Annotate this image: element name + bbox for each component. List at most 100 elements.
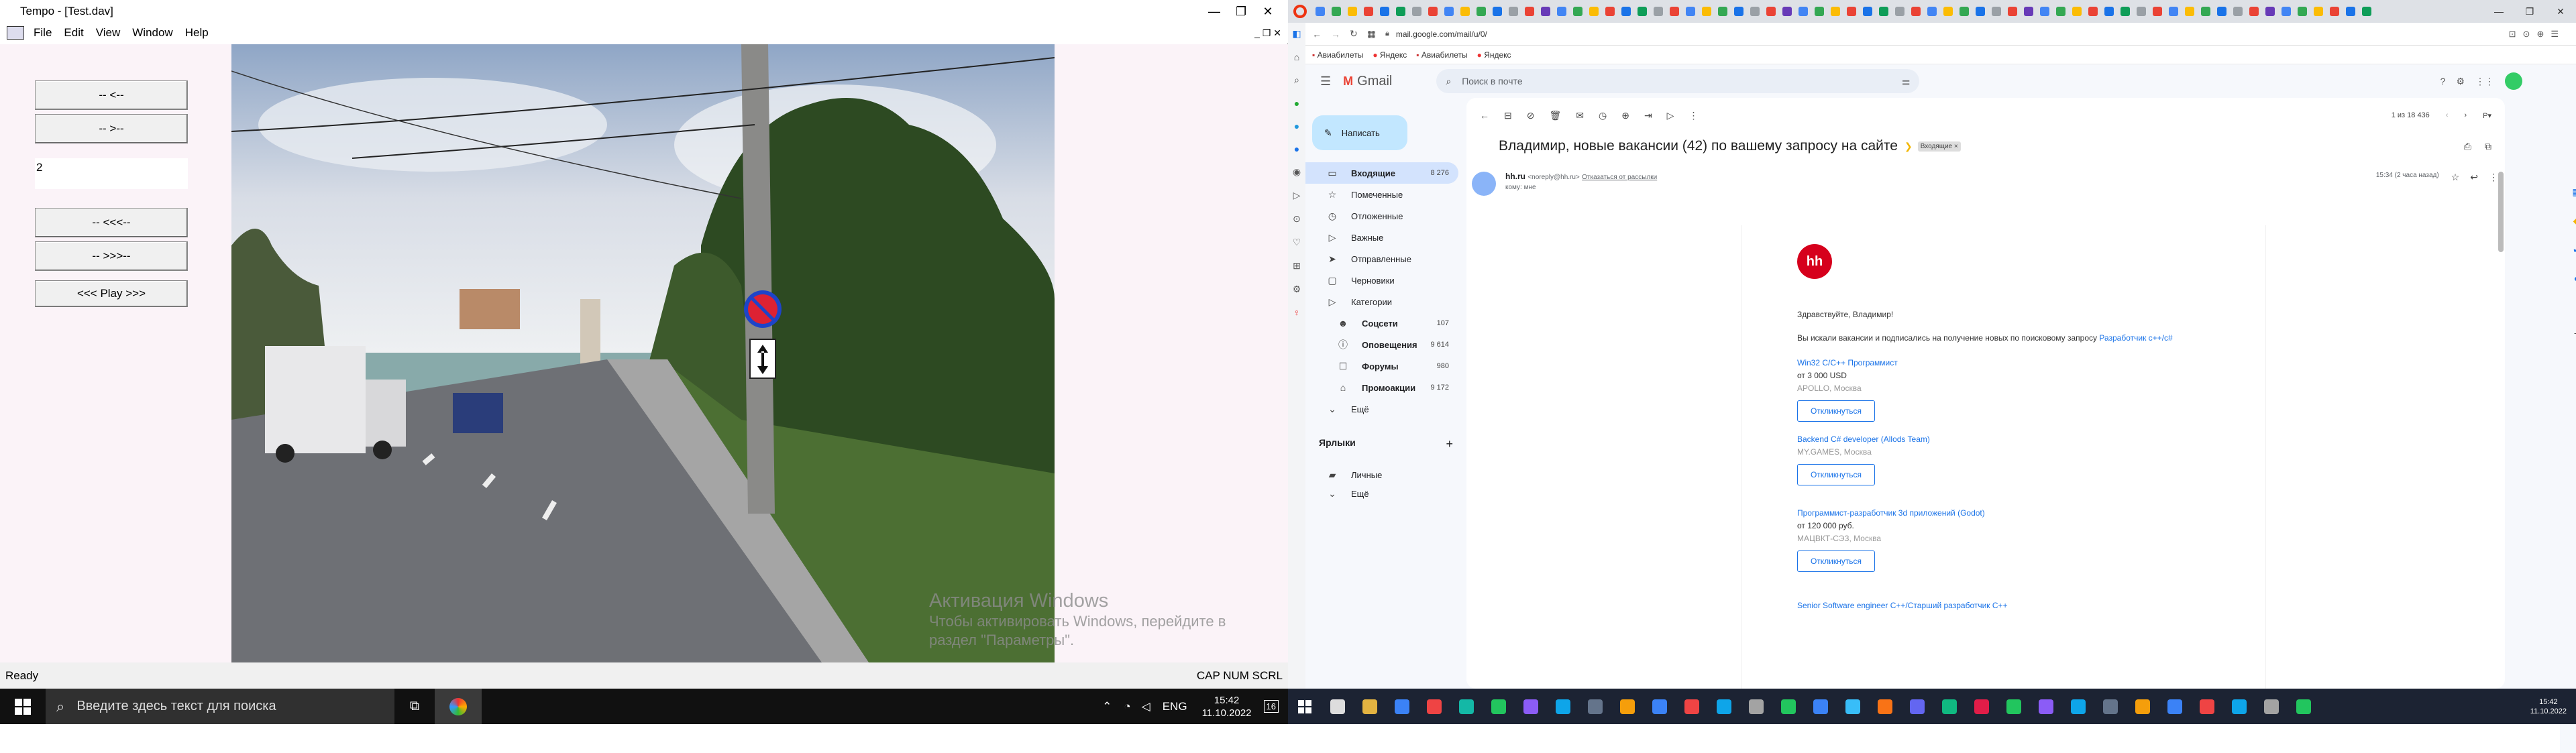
forward-icon[interactable]: → [1331, 29, 1340, 40]
taskbar-app-icon[interactable] [1652, 699, 1667, 714]
browser-tab[interactable] [1815, 7, 1824, 16]
taskbar-app-icon[interactable] [2006, 699, 2021, 714]
sidebar-item-8[interactable]: ⓘ Оповещения 9 614 [1305, 334, 1458, 355]
browser-tab[interactable] [2249, 7, 2259, 16]
prev-frame-button[interactable]: -- <-- [35, 80, 188, 110]
browser-tab[interactable] [1477, 7, 1486, 16]
browser-tab[interactable] [1943, 7, 1953, 16]
taskbar-app-icon[interactable] [435, 689, 482, 724]
inbox-chip[interactable]: Входящие × [1917, 141, 1961, 152]
scrollbar[interactable] [2498, 172, 2504, 252]
calendar-icon[interactable]: ▦ [2572, 186, 2576, 198]
url-field[interactable]: mail.google.com/mail/u/0/ [1396, 30, 1487, 39]
taskbar-app-icon[interactable] [1491, 699, 1506, 714]
taskbar-app-icon[interactable] [1684, 699, 1699, 714]
browser-tab[interactable] [2088, 7, 2098, 16]
input-tools-icon[interactable]: Р▾ [2483, 111, 2491, 120]
browser-tab[interactable] [2169, 7, 2178, 16]
back-icon[interactable]: ← [1480, 110, 1489, 121]
sidebar-item-9[interactable]: ☐ Форумы 980 [1305, 355, 1458, 377]
apply-button[interactable]: Откликнуться [1797, 464, 1875, 485]
maximize-button[interactable]: ❐ [2514, 6, 2545, 17]
rewind-button[interactable]: -- <<<-- [35, 208, 188, 237]
taskbar-app-icon[interactable] [1717, 699, 1731, 714]
job-title[interactable]: Win32 C/C++ Программист [1797, 357, 2200, 369]
browser-tab[interactable] [2201, 7, 2210, 16]
menu-edit[interactable]: Edit [64, 26, 83, 40]
browser-tab[interactable] [1444, 7, 1454, 16]
browser-tab[interactable] [1605, 7, 1615, 16]
browser-tab[interactable] [1686, 7, 1695, 16]
more-icon[interactable]: ⋮ [2489, 172, 2498, 196]
sidebar-item-3[interactable]: ▷ Важные [1305, 227, 1458, 248]
browser-tab[interactable] [2346, 7, 2355, 16]
browser-tab[interactable] [1831, 7, 1840, 16]
browser-tab[interactable] [1799, 7, 1808, 16]
open-new-window-icon[interactable]: ⧉ [2485, 141, 2491, 152]
minimize-button[interactable]: — [2483, 6, 2514, 17]
snooze-icon[interactable]: ◷ [1599, 110, 1607, 121]
taskbar-app-icon[interactable] [1427, 699, 1442, 714]
bookmark-item[interactable]: ▪ Авиабилеты [1416, 50, 1467, 60]
taskbar-app-icon[interactable] [1942, 699, 1957, 714]
browser-tab[interactable] [1509, 7, 1518, 16]
browser-tab[interactable] [1573, 7, 1582, 16]
browser-tab[interactable] [1863, 7, 1872, 16]
browser-tab[interactable] [1557, 7, 1566, 16]
delete-icon[interactable]: 🗑︎ [1549, 110, 1561, 121]
play-button[interactable]: <<< Play >>> [35, 280, 188, 307]
browser-tab[interactable] [2233, 7, 2243, 16]
windows-start-icon[interactable] [0, 689, 46, 724]
browser-tab[interactable] [1734, 7, 1743, 16]
more-icon[interactable]: ⋮ [1688, 110, 1698, 121]
add-task-icon[interactable]: ⊕ [1621, 110, 1629, 121]
search-options-icon[interactable]: ⚌ [1902, 76, 1911, 87]
sidebar-item-2[interactable]: ◷ Отложенные [1305, 205, 1458, 227]
keep-icon[interactable]: ◆ [2573, 215, 2576, 227]
browser-tab[interactable] [1460, 7, 1470, 16]
bookmark-item[interactable]: ● Яндекс [1477, 50, 1511, 60]
mail-search-input[interactable]: ⌕ Поиск в почте ⚌ [1436, 69, 1920, 93]
sidebar-item-0[interactable]: ▭ Входящие 8 276 [1305, 162, 1458, 184]
unsubscribe-link[interactable]: Отказаться от рассылки [1582, 174, 1657, 181]
taskbar-app-icon[interactable] [1974, 699, 1989, 714]
tabs-grid-icon[interactable]: ▦ [1367, 28, 1376, 40]
help-icon[interactable]: ? [2440, 76, 2446, 86]
reload-icon[interactable]: ↻ [1350, 28, 1358, 40]
sidebar-item-4[interactable]: ➤ Отправленные [1305, 248, 1458, 270]
taskbar-app-icon[interactable] [2232, 699, 2247, 714]
menu-file[interactable]: File [34, 26, 52, 40]
compose-button[interactable]: ✎ Написать [1312, 115, 1407, 150]
mark-unread-icon[interactable]: ✉ [1576, 110, 1584, 121]
browser-tab[interactable] [1493, 7, 1502, 16]
clock[interactable]: 15:42 11.10.2022 [1202, 694, 1252, 719]
browser-tab[interactable] [2330, 7, 2339, 16]
taskbar-app-icon[interactable] [1556, 699, 1570, 714]
browser-tab[interactable] [1380, 7, 1389, 16]
apply-button[interactable]: Откликнуться [1797, 551, 1875, 572]
browser-tab[interactable] [2282, 7, 2291, 16]
taskbar-app-icon[interactable] [2135, 699, 2150, 714]
taskbar-app-icon[interactable] [1749, 699, 1764, 714]
browser-tab[interactable] [2072, 7, 2082, 16]
browser-tab[interactable] [2362, 7, 2371, 16]
account-avatar[interactable] [2505, 72, 2522, 90]
settings-icon[interactable]: ⚙ [2456, 76, 2465, 87]
browser-tab[interactable] [2217, 7, 2226, 16]
browser-tab[interactable] [2040, 7, 2049, 16]
taskbar-app-icon[interactable] [2264, 699, 2279, 714]
print-icon[interactable]: ⎙ [2464, 141, 2471, 152]
next-frame-button[interactable]: -- >-- [35, 114, 188, 143]
network-icon[interactable]: ◔ [1124, 700, 1130, 713]
frame-number-field[interactable]: 2 [35, 158, 188, 189]
browser-tab[interactable] [1879, 7, 1888, 16]
query-link[interactable]: Разработчик c++/c# [2099, 333, 2172, 343]
taskbar-app-icon[interactable] [2071, 699, 2086, 714]
label-item-more[interactable]: ⌄ Ещё [1305, 483, 1458, 504]
sidebar-item-11[interactable]: ⌄ Ещё [1305, 398, 1458, 420]
sender-name[interactable]: hh.ru [1505, 172, 1525, 181]
last-job-title[interactable]: Senior Software engineer C++/Старший раз… [1797, 601, 2008, 610]
taskbar-app-icon[interactable] [1523, 699, 1538, 714]
browser-tab[interactable] [1782, 7, 1792, 16]
browser-tab[interactable] [2056, 7, 2065, 16]
